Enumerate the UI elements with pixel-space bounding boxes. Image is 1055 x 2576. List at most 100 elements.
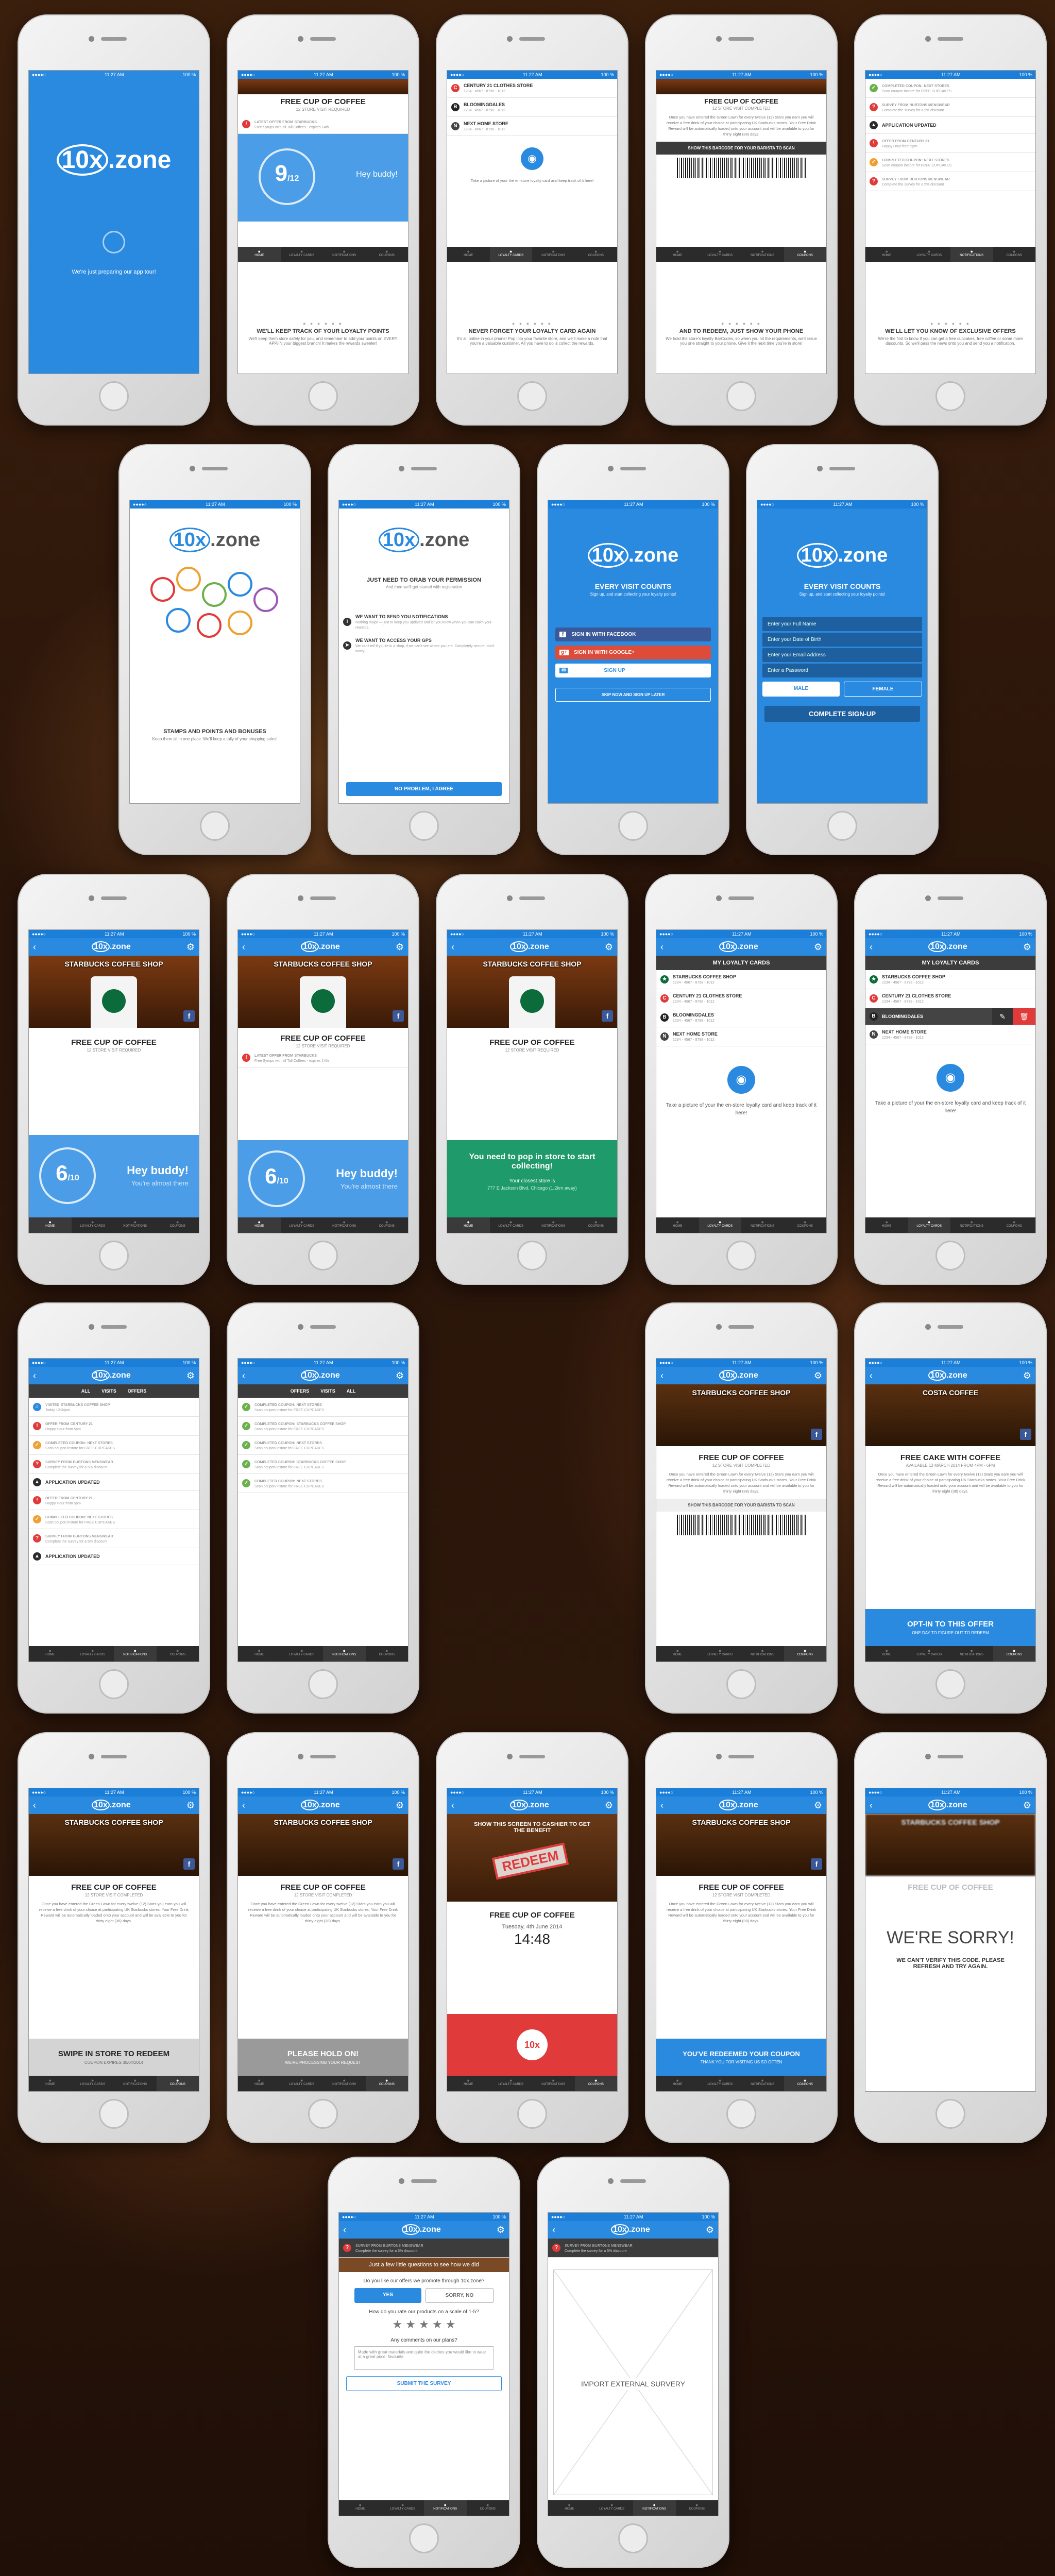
home-button[interactable] (99, 381, 129, 411)
home-button[interactable] (308, 381, 338, 411)
survey-yes-button[interactable]: YES (354, 2288, 421, 2303)
female-toggle[interactable]: FEMALE (844, 682, 922, 697)
camera-icon[interactable]: ◉ (521, 147, 543, 170)
home-button[interactable] (409, 2523, 439, 2553)
dob-field[interactable]: Enter your Date of Birth (762, 633, 922, 647)
filter-visits[interactable]: VISITS (101, 1388, 116, 1394)
home-button[interactable] (726, 2099, 756, 2129)
home-button[interactable] (726, 381, 756, 411)
facebook-share-icon[interactable]: f (811, 1429, 822, 1440)
back-icon[interactable]: ‹ (660, 1370, 663, 1381)
home-button[interactable] (517, 2099, 547, 2129)
skip-signup-button[interactable]: SKIP NOW AND SIGN UP LATER (555, 688, 711, 702)
back-icon[interactable]: ‹ (33, 1800, 36, 1811)
gear-icon[interactable]: ⚙ (605, 942, 613, 953)
gear-icon[interactable]: ⚙ (396, 1370, 404, 1381)
back-icon[interactable]: ‹ (451, 1800, 454, 1811)
back-icon[interactable]: ‹ (242, 1800, 245, 1811)
facebook-share-icon[interactable]: f (393, 1858, 404, 1870)
facebook-share-icon[interactable]: f (393, 1010, 404, 1022)
gear-icon[interactable]: ⚙ (706, 2225, 714, 2235)
gear-icon[interactable]: ⚙ (186, 1800, 195, 1811)
fullname-field[interactable]: Enter your Full Name (762, 617, 922, 631)
gear-icon[interactable]: ⚙ (396, 942, 404, 953)
notification-row[interactable]: ✓ COMPLETED COUPON: NEXT STORES Scan coupo… (29, 1510, 199, 1529)
facebook-share-icon[interactable]: f (1020, 1429, 1031, 1440)
delete-icon[interactable]: 🗑 (1013, 1008, 1035, 1025)
card-row[interactable]: ★ STARBUCKS COFFEE SHOP 1234 - 4567 - 8798… (656, 970, 826, 989)
home-button[interactable] (409, 811, 439, 841)
card-row[interactable]: N NEXT HOME STORE 1234 - 4567 - 8798 - 101… (656, 1027, 826, 1046)
facebook-share-icon[interactable]: f (602, 1010, 613, 1022)
back-icon[interactable]: ‹ (451, 942, 454, 953)
male-toggle[interactable]: MALE (762, 682, 840, 697)
facebook-share-icon[interactable]: f (183, 1010, 195, 1022)
facebook-share-icon[interactable]: f (811, 1858, 822, 1870)
notification-row[interactable]: ✓ COMPLETED COUPON: NEXT STORES Scan coupo… (29, 1436, 199, 1455)
home-button[interactable] (935, 2099, 965, 2129)
notification-row[interactable]: ? SURVEY FROM BURTONS MENSWEAR Complete th… (29, 1455, 199, 1474)
optin-button[interactable]: OPT-IN TO THIS OFFER ONE DAY TO FIGURE OU… (865, 1609, 1035, 1646)
notification-row[interactable]: ! OFFER FROM CENTURY 21 Happy Hour from 5p… (29, 1417, 199, 1436)
back-icon[interactable]: ‹ (660, 1800, 663, 1811)
card-row[interactable]: B BLOOMINGDALES 1234 - 4567 - 8798 - 1012 (656, 1008, 826, 1027)
back-icon[interactable]: ‹ (870, 942, 873, 953)
complete-signup-button[interactable]: COMPLETE SIGN-UP (764, 706, 920, 722)
back-icon[interactable]: ‹ (33, 1370, 36, 1381)
gear-icon[interactable]: ⚙ (1023, 1800, 1031, 1811)
gear-icon[interactable]: ⚙ (1023, 942, 1031, 953)
gear-icon[interactable]: ⚙ (814, 942, 822, 953)
home-button[interactable] (726, 1241, 756, 1270)
back-icon[interactable]: ‹ (660, 942, 663, 953)
gear-icon[interactable]: ⚙ (186, 942, 195, 953)
notification-row[interactable]: ! OFFER FROM CENTURY 21 Happy Hour from 5p… (29, 1491, 199, 1510)
notification-row[interactable]: ⌂ VISITED STARBUCKS COFFEE SHOP Today 12:3… (29, 1398, 199, 1417)
back-icon[interactable]: ‹ (870, 1370, 873, 1381)
home-button[interactable] (827, 811, 857, 841)
home-button[interactable] (99, 1241, 129, 1270)
home-button[interactable] (618, 2523, 648, 2553)
back-icon[interactable]: ‹ (870, 1800, 873, 1811)
swipe-redeem-area[interactable]: SWIPE IN STORE TO REDEEM COUPON EXPIRES 3… (29, 2039, 199, 2076)
back-icon[interactable]: ‹ (552, 2225, 555, 2235)
submit-survey-button[interactable]: SUBMIT THE SURVEY (346, 2376, 502, 2391)
home-button[interactable] (618, 811, 648, 841)
filter-offers[interactable]: OFFERS (128, 1388, 147, 1394)
gear-icon[interactable]: ⚙ (814, 1800, 822, 1811)
notification-row[interactable]: ▲ APPLICATION UPDATED (29, 1474, 199, 1491)
home-button[interactable] (308, 1669, 338, 1699)
home-button[interactable] (935, 1669, 965, 1699)
home-button[interactable] (99, 2099, 129, 2129)
home-button[interactable] (935, 1241, 965, 1270)
back-icon[interactable]: ‹ (242, 942, 245, 953)
survey-no-button[interactable]: SORRY, NO (426, 2288, 494, 2303)
gear-icon[interactable]: ⚙ (497, 2225, 505, 2235)
camera-icon[interactable]: ◉ (937, 1064, 964, 1092)
gear-icon[interactable]: ⚙ (396, 1800, 404, 1811)
google-signin-button[interactable]: g+ SIGN IN WITH GOOGLE+ (555, 646, 711, 659)
home-button[interactable] (726, 1669, 756, 1699)
home-button[interactable] (517, 1241, 547, 1270)
card-row[interactable]: C CENTURY 21 CLOTHES STORE 1234 - 4567 - 8… (656, 989, 826, 1008)
notification-row[interactable]: ▲ APPLICATION UPDATED (29, 1548, 199, 1565)
comment-textarea[interactable]: Made with great materials and quite the … (354, 2346, 494, 2370)
back-icon[interactable]: ‹ (343, 2225, 346, 2235)
camera-icon[interactable]: ◉ (727, 1066, 755, 1094)
gear-icon[interactable]: ⚙ (605, 1800, 613, 1811)
gear-icon[interactable]: ⚙ (186, 1370, 195, 1381)
signup-button[interactable]: ✉ SIGN UP (555, 664, 711, 677)
facebook-share-icon[interactable]: f (183, 1858, 195, 1870)
filter-all[interactable]: ALL (81, 1388, 91, 1394)
gear-icon[interactable]: ⚙ (814, 1370, 822, 1381)
notification-row[interactable]: ? SURVEY FROM BURTONS MENSWEAR Complete th… (29, 1529, 199, 1548)
home-button[interactable] (308, 1241, 338, 1270)
back-icon[interactable]: ‹ (242, 1370, 245, 1381)
agree-button[interactable]: NO PROBLEM, I AGREE (346, 782, 502, 796)
facebook-signin-button[interactable]: f SIGN IN WITH FACEBOOK (555, 628, 711, 641)
home-button[interactable] (200, 811, 230, 841)
gear-icon[interactable]: ⚙ (1023, 1370, 1031, 1381)
password-field[interactable]: Enter a Password (762, 664, 922, 677)
home-button[interactable] (99, 1669, 129, 1699)
back-icon[interactable]: ‹ (33, 942, 36, 953)
home-button[interactable] (517, 381, 547, 411)
